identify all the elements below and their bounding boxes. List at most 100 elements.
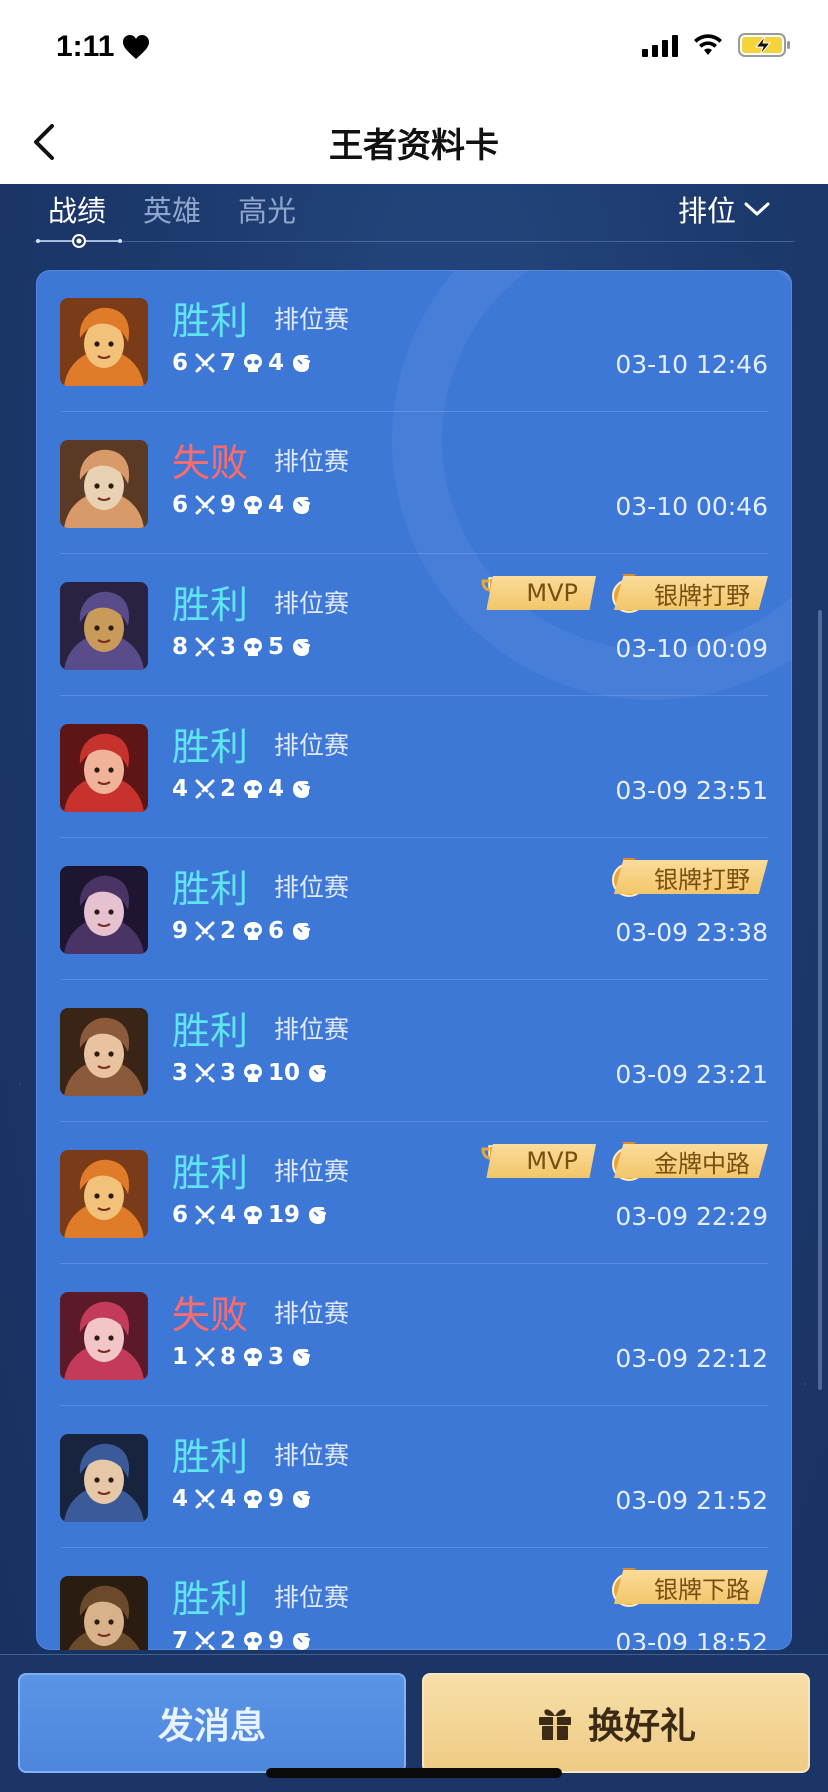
match-row[interactable]: 失败 排位赛 6 9 4 03-10 00:46 <box>60 412 768 554</box>
match-row[interactable]: 胜利 排位赛 4 2 4 03-09 23:51 <box>60 696 768 838</box>
match-mode: 排位赛 <box>274 1583 350 1612</box>
wifi-icon <box>694 34 722 55</box>
hero-avatar[interactable] <box>60 582 148 670</box>
hero-avatar[interactable] <box>60 298 148 386</box>
match-result: 胜利 <box>172 583 249 627</box>
match-time: 03-09 23:51 <box>615 776 768 805</box>
match-time: 03-09 23:38 <box>615 918 768 947</box>
deaths-count: 2 <box>220 776 237 802</box>
match-mode: 排位赛 <box>274 731 350 760</box>
hero-avatar[interactable] <box>60 440 148 528</box>
deaths-count: 9 <box>220 492 237 518</box>
hero-avatar[interactable] <box>60 1576 148 1650</box>
tab-record[interactable]: 战绩 <box>48 188 106 230</box>
match-row[interactable]: 失败 排位赛 1 8 3 03-09 22:12 <box>60 1264 768 1406</box>
match-row[interactable]: 胜利 排位赛 8 3 5 03-10 00:09 MVP 银牌打野 <box>60 554 768 696</box>
match-history-list: 胜利 排位赛 6 7 4 03-10 12:46 失败 排位赛 6 9 4 03-10 00:46 胜利… <box>36 270 792 1650</box>
achievement-badge: MVP <box>481 576 596 610</box>
hero-avatar-icon <box>60 1292 148 1380</box>
hero-avatar[interactable] <box>60 724 148 812</box>
match-mode: 排位赛 <box>274 305 350 334</box>
match-mode: 排位赛 <box>274 1157 350 1186</box>
hero-avatar[interactable] <box>60 1292 148 1380</box>
hero-avatar[interactable] <box>60 866 148 954</box>
match-mode: 排位赛 <box>274 1015 350 1044</box>
kill-icon <box>195 353 215 373</box>
kill-icon <box>195 1063 215 1083</box>
match-row[interactable]: 胜利 排位赛 9 2 6 03-09 23:38 银牌打野 <box>60 838 768 980</box>
kill-icon <box>195 637 215 657</box>
death-skull-icon <box>244 354 263 372</box>
match-result: 胜利 <box>172 1435 249 1479</box>
hero-avatar-icon <box>60 582 148 670</box>
redeem-gift-label: 换好礼 <box>587 1706 696 1747</box>
hero-avatar[interactable] <box>60 1150 148 1238</box>
match-result: 胜利 <box>172 725 249 769</box>
scrollbar[interactable] <box>818 610 822 1390</box>
hero-avatar-icon <box>60 1008 148 1096</box>
kill-icon <box>195 921 215 941</box>
badge-label: MVP <box>486 1144 596 1178</box>
hero-avatar-icon <box>60 724 148 812</box>
assists-count: 4 <box>268 350 285 376</box>
tab-active-indicator <box>36 234 122 248</box>
hero-avatar-icon <box>60 866 148 954</box>
kills-count: 3 <box>172 1060 189 1086</box>
tab-heroes[interactable]: 英雄 <box>143 188 201 230</box>
achievement-badge: 金牌中路 <box>612 1142 768 1181</box>
battery-charging-icon <box>738 33 790 57</box>
match-time: 03-10 12:46 <box>615 350 768 379</box>
gift-icon <box>538 1709 571 1740</box>
page-title: 王者资料卡 <box>329 126 499 166</box>
assists-count: 3 <box>268 1344 285 1370</box>
match-result: 失败 <box>172 441 249 485</box>
kill-icon <box>195 1631 215 1650</box>
heart-icon <box>123 35 149 59</box>
send-message-button[interactable]: 发消息 <box>18 1673 406 1773</box>
hero-avatar-icon <box>60 1576 148 1650</box>
redeem-gift-button[interactable]: 换好礼 <box>422 1673 810 1773</box>
match-result: 失败 <box>172 1293 249 1337</box>
badge-label: MVP <box>486 576 596 610</box>
match-time: 03-10 00:46 <box>615 492 768 521</box>
achievement-badge: 银牌打野 <box>612 574 768 613</box>
match-time: 03-09 18:52 <box>615 1628 768 1650</box>
chevron-down-icon <box>744 202 770 216</box>
hero-avatar[interactable] <box>60 1434 148 1522</box>
assists-count: 5 <box>268 634 285 660</box>
match-mode: 排位赛 <box>274 1299 350 1328</box>
match-row[interactable]: 胜利 排位赛 3 3 10 03-09 23:21 <box>60 980 768 1122</box>
kills-count: 4 <box>172 1486 189 1512</box>
tab-highlights[interactable]: 高光 <box>238 188 296 230</box>
match-time: 03-09 22:29 <box>615 1202 768 1231</box>
assists-count: 10 <box>268 1060 301 1086</box>
kill-icon <box>195 1205 215 1225</box>
tab-bar: 战绩 英雄 高光 排位 <box>0 184 828 264</box>
assist-hand-icon <box>293 1491 311 1508</box>
match-row[interactable]: 胜利 排位赛 7 2 9 03-09 18:52 银牌下路 <box>60 1548 768 1650</box>
deaths-count: 8 <box>220 1344 237 1370</box>
death-skull-icon <box>244 1206 263 1224</box>
kda-stats: 7 2 9 <box>172 1628 312 1650</box>
deaths-count: 3 <box>220 634 237 660</box>
achievement-badges: 银牌打野 <box>612 858 768 897</box>
death-skull-icon <box>244 922 263 940</box>
match-result: 胜利 <box>172 867 249 911</box>
match-result: 胜利 <box>172 1151 249 1195</box>
achievement-badges: MVP 金牌中路 <box>481 1142 768 1181</box>
match-row[interactable]: 胜利 排位赛 4 4 9 03-09 21:52 <box>60 1406 768 1548</box>
achievement-badge: 银牌打野 <box>612 858 768 897</box>
sort-dropdown[interactable]: 排位 <box>678 188 770 230</box>
badge-label: 银牌打野 <box>614 576 768 610</box>
match-row[interactable]: 胜利 排位赛 6 7 4 03-10 12:46 <box>60 270 768 412</box>
kills-count: 6 <box>172 492 189 518</box>
hero-avatar-icon <box>60 298 148 386</box>
kills-count: 1 <box>172 1344 189 1370</box>
death-skull-icon <box>244 780 263 798</box>
kills-count: 8 <box>172 634 189 660</box>
match-mode: 排位赛 <box>274 447 350 476</box>
kill-icon <box>195 1347 215 1367</box>
assists-count: 19 <box>268 1202 301 1228</box>
match-row[interactable]: 胜利 排位赛 6 4 19 03-09 22:29 MVP 金牌中路 <box>60 1122 768 1264</box>
hero-avatar[interactable] <box>60 1008 148 1096</box>
